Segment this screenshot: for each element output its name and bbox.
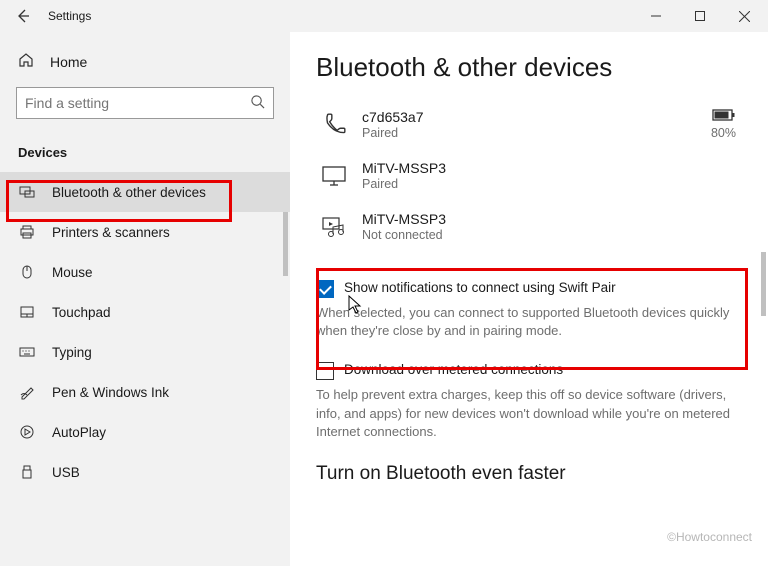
- device-row[interactable]: c7d653a7 Paired 80%: [316, 101, 742, 152]
- sidebar-scrollbar[interactable]: [283, 212, 288, 276]
- main-panel: Bluetooth & other devices c7d653a7 Paire…: [290, 32, 768, 566]
- sidebar-item-autoplay[interactable]: AutoPlay: [0, 412, 290, 452]
- phone-icon: [316, 112, 352, 138]
- metered-row: Download over metered connections: [316, 362, 742, 380]
- sidebar-item-usb[interactable]: USB: [0, 452, 290, 492]
- sidebar-item-typing[interactable]: Typing: [0, 332, 290, 372]
- bluetooth-devices-icon: [18, 184, 36, 200]
- sidebar-item-label: Touchpad: [52, 305, 111, 320]
- swift-pair-checkbox[interactable]: [316, 280, 334, 298]
- minimize-button[interactable]: [634, 1, 678, 31]
- sidebar-item-label: USB: [52, 465, 80, 480]
- swift-pair-helper: When selected, you can connect to suppor…: [316, 304, 742, 340]
- printer-icon: [18, 224, 36, 240]
- sidebar-nav: Bluetooth & other devices Printers & sca…: [0, 172, 290, 492]
- sidebar-item-mouse[interactable]: Mouse: [0, 252, 290, 292]
- home-icon: [18, 52, 34, 71]
- window-titlebar: Settings: [0, 0, 768, 32]
- sidebar-item-printers[interactable]: Printers & scanners: [0, 212, 290, 252]
- search-input[interactable]: [25, 95, 250, 111]
- sidebar-section-label: Devices: [0, 127, 290, 172]
- search-box[interactable]: [16, 87, 274, 119]
- sidebar-item-label: Mouse: [52, 265, 93, 280]
- multimedia-icon: [316, 216, 352, 238]
- sidebar-item-label: Pen & Windows Ink: [52, 385, 169, 400]
- metered-checkbox[interactable]: [316, 362, 334, 380]
- maximize-button[interactable]: [678, 1, 722, 31]
- keyboard-icon: [18, 344, 36, 360]
- back-button[interactable]: [8, 2, 36, 30]
- sidebar-item-label: Bluetooth & other devices: [52, 185, 206, 200]
- sidebar-home-label: Home: [50, 54, 87, 70]
- sidebar-item-pen[interactable]: Pen & Windows Ink: [0, 372, 290, 412]
- main-scrollbar[interactable]: [761, 252, 766, 316]
- sub-heading: Turn on Bluetooth even faster: [316, 463, 742, 485]
- sidebar-item-label: Printers & scanners: [52, 225, 170, 240]
- sidebar-item-touchpad[interactable]: Touchpad: [0, 292, 290, 332]
- settings-sidebar: Home Devices Bluetooth & other devices: [0, 32, 290, 566]
- monitor-icon: [316, 165, 352, 187]
- sidebar-item-label: AutoPlay: [52, 425, 106, 440]
- autoplay-icon: [18, 424, 36, 440]
- device-row[interactable]: MiTV-MSSP3 Paired: [316, 152, 742, 203]
- device-status: Paired: [362, 177, 742, 191]
- device-name: MiTV-MSSP3: [362, 211, 742, 227]
- watermark: ©Howtoconnect: [667, 530, 752, 544]
- pen-icon: [18, 384, 36, 400]
- metered-helper: To help prevent extra charges, keep this…: [316, 386, 742, 441]
- swift-pair-label: Show notifications to connect using Swif…: [344, 280, 616, 295]
- search-icon: [250, 94, 265, 112]
- battery-icon: [712, 109, 736, 124]
- page-title: Bluetooth & other devices: [316, 52, 742, 83]
- device-name: c7d653a7: [362, 109, 711, 125]
- battery-percent: 80%: [711, 126, 736, 140]
- metered-label: Download over metered connections: [344, 362, 563, 377]
- device-status: Paired: [362, 126, 711, 140]
- device-row[interactable]: MiTV-MSSP3 Not connected: [316, 203, 742, 254]
- device-status: Not connected: [362, 228, 742, 242]
- usb-icon: [18, 464, 36, 480]
- sidebar-home[interactable]: Home: [0, 44, 290, 79]
- close-button[interactable]: [722, 1, 766, 31]
- mouse-icon: [18, 264, 36, 280]
- touchpad-icon: [18, 304, 36, 320]
- app-title: Settings: [48, 9, 91, 23]
- device-name: MiTV-MSSP3: [362, 160, 742, 176]
- sidebar-item-label: Typing: [52, 345, 92, 360]
- sidebar-item-bluetooth[interactable]: Bluetooth & other devices: [0, 172, 290, 212]
- swift-pair-row: Show notifications to connect using Swif…: [316, 280, 742, 298]
- device-list: c7d653a7 Paired 80% MiTV-: [316, 101, 742, 254]
